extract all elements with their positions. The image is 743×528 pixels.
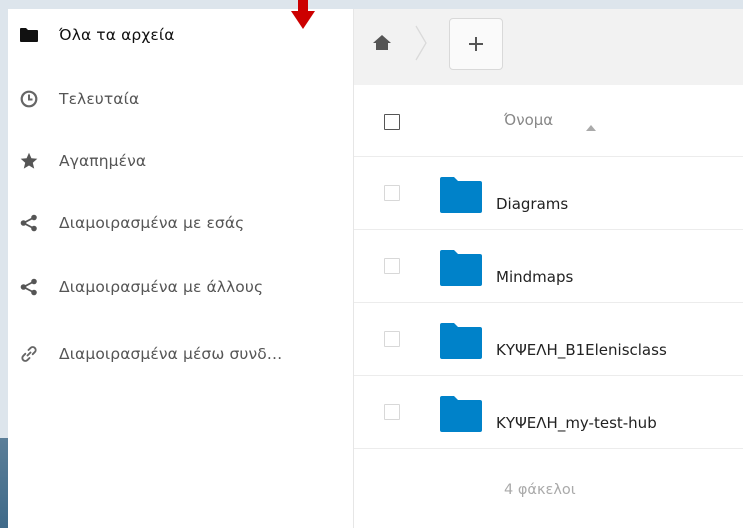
home-icon[interactable] bbox=[370, 31, 394, 55]
folder-icon bbox=[440, 323, 482, 359]
background-top bbox=[0, 0, 743, 9]
file-row[interactable]: ΚΥΨΕΛΗ_my-test-hub bbox=[354, 376, 743, 449]
clock-icon bbox=[20, 90, 38, 108]
file-row[interactable]: Diagrams bbox=[354, 157, 743, 230]
share-icon bbox=[20, 214, 38, 232]
sidebar-item-label: Όλα τα αρχεία bbox=[59, 26, 175, 44]
file-row[interactable]: Mindmaps bbox=[354, 230, 743, 303]
sidebar-item-shared-by-link[interactable]: Διαμοιρασμένα μέσω συνδ… bbox=[8, 334, 353, 374]
file-list-header: Όνομα bbox=[354, 85, 743, 157]
file-list-panel: Όνομα Diagrams Mindmaps ΚΥΨΕΛΗ_B1Elenisc… bbox=[354, 9, 743, 528]
background-left bbox=[0, 0, 8, 528]
file-name[interactable]: ΚΥΨΕΛΗ_B1Elenisclass bbox=[496, 341, 667, 359]
row-checkbox[interactable] bbox=[384, 185, 400, 201]
sidebar-navigation: Όλα τα αρχεία Τελευταία Αγαπημένα Διαμοι… bbox=[8, 9, 354, 528]
new-button[interactable] bbox=[449, 18, 503, 70]
folder-icon bbox=[440, 396, 482, 432]
link-icon bbox=[20, 345, 38, 363]
sidebar-item-label: Διαμοιρασμένα με εσάς bbox=[59, 214, 245, 232]
star-icon bbox=[20, 152, 38, 170]
breadcrumb-separator bbox=[414, 25, 428, 61]
row-checkbox[interactable] bbox=[384, 331, 400, 347]
row-checkbox[interactable] bbox=[384, 258, 400, 274]
files-app-window: Όλα τα αρχεία Τελευταία Αγαπημένα Διαμοι… bbox=[8, 9, 743, 528]
select-all-checkbox[interactable] bbox=[384, 114, 400, 130]
sidebar-item-favorites[interactable]: Αγαπημένα bbox=[8, 141, 353, 181]
file-name[interactable]: ΚΥΨΕΛΗ_my-test-hub bbox=[496, 414, 657, 432]
row-checkbox[interactable] bbox=[384, 404, 400, 420]
folder-icon bbox=[440, 250, 482, 286]
share-icon bbox=[20, 278, 38, 296]
sidebar-item-label: Διαμοιρασμένα μέσω συνδ… bbox=[59, 345, 283, 363]
file-name[interactable]: Mindmaps bbox=[496, 268, 573, 286]
sort-ascending-icon bbox=[586, 116, 596, 131]
file-list-summary: 4 φάκελοι bbox=[354, 468, 743, 513]
sidebar-item-shared-with-you[interactable]: Διαμοιρασμένα με εσάς bbox=[8, 203, 353, 243]
folder-icon bbox=[440, 177, 482, 213]
folder-count: 4 φάκελοι bbox=[504, 482, 576, 498]
plus-icon bbox=[469, 37, 483, 51]
file-name[interactable]: Diagrams bbox=[496, 195, 568, 213]
sidebar-item-label: Διαμοιρασμένα με άλλους bbox=[59, 278, 264, 296]
sidebar-item-recent[interactable]: Τελευταία bbox=[8, 79, 353, 119]
sidebar-item-label: Τελευταία bbox=[59, 90, 140, 108]
sidebar-item-label: Αγαπημένα bbox=[59, 152, 147, 170]
name-column-header[interactable]: Όνομα bbox=[504, 111, 553, 129]
file-row[interactable]: ΚΥΨΕΛΗ_B1Elenisclass bbox=[354, 303, 743, 376]
pointer-arrow-icon bbox=[291, 0, 315, 29]
sidebar-item-shared-with-others[interactable]: Διαμοιρασμένα με άλλους bbox=[8, 267, 353, 307]
folder-icon bbox=[20, 26, 38, 44]
breadcrumb-toolbar bbox=[354, 9, 743, 85]
